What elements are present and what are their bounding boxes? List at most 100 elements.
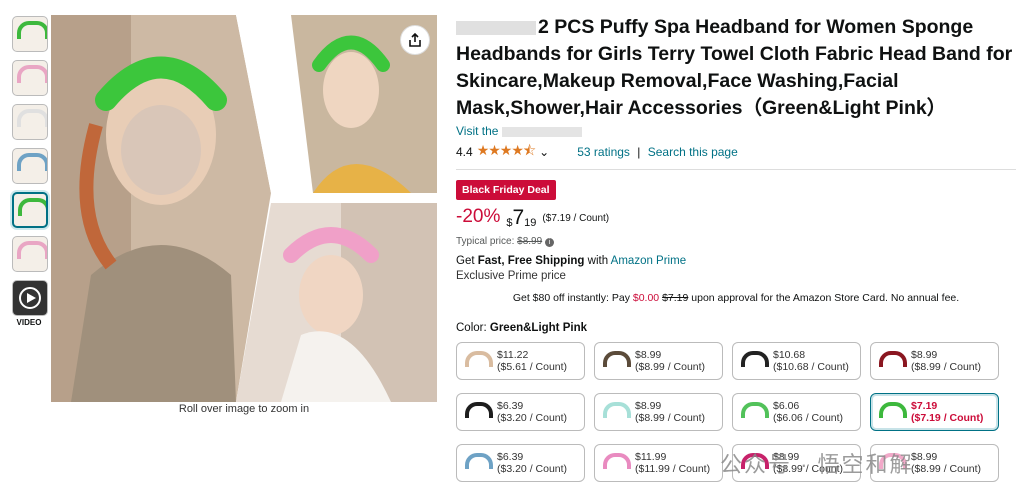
color-option[interactable]: $8.99 ($8.99 / Count) [870,342,999,380]
color-option[interactable]: $6.06 ($6.06 / Count) [732,393,861,431]
shipping-info: Get Fast, Free Shipping with Amazon Prim… [456,255,1016,267]
exclusive-prime: Exclusive Prime price [456,270,566,282]
option-price: $8.99 [911,451,938,463]
option-price: $11.99 [635,451,667,463]
option-price: $6.39 [497,451,524,463]
headband-swatch-icon [877,347,907,375]
zoom-hint: Roll over image to zoom in [178,403,310,415]
option-price: $6.06 [773,400,800,412]
discount-percent: -20% [456,206,501,227]
thumbnail-headband [17,109,47,127]
price-symbol: $ [506,217,513,229]
thumbnail-3[interactable] [12,104,48,140]
separator: | [633,145,644,159]
video-label: VIDEO [16,318,42,327]
thumbnail-headband [17,153,47,171]
option-price: $8.99 [635,349,662,361]
visit-store-label: Visit the [456,124,499,138]
color-option[interactable]: $6.39 ($3.20 / Count) [456,444,585,482]
option-per-unit: ($8.99 / Count) [635,412,706,424]
headband-swatch-icon [601,347,631,375]
search-page-link[interactable]: Search this page [648,145,738,159]
product-title-text: 2 PCS Puffy Spa Headband for Women Spong… [456,16,1013,119]
option-text: $10.68 ($10.68 / Count) [773,349,849,373]
thumbnail-headband [17,241,47,259]
rating-row: 4.4 ★★★★⯪ ⌄ 53 ratings | Search this pag… [456,140,1016,164]
option-text: $7.19 ($7.19 / Count) [911,400,983,424]
thumbnail-headband [17,65,47,83]
option-per-unit: ($8.99 / Count) [911,463,982,475]
option-per-unit: ($7.19 / Count) [911,412,984,424]
headband-swatch-icon [601,449,631,477]
price-whole: 7 [512,206,525,229]
color-option[interactable]: $11.22 ($5.61 / Count) [456,342,585,380]
star-rating-icon[interactable]: ★★★★⯪ [477,140,536,164]
option-price: $6.39 [497,400,524,412]
rating-value: 4.4 [456,145,473,159]
option-per-unit: ($8.99 / Count) [911,361,982,373]
card-strike: $7.19 [662,292,689,304]
divider [456,169,1016,170]
price-per-unit: ($7.19 / Count) [542,213,610,224]
option-per-unit: ($10.68 / Count) [773,361,849,373]
color-option[interactable]: $8.99 ($8.99 / Count) [594,393,723,431]
thumbnail-1[interactable] [12,16,48,52]
option-price: $7.19 [911,400,938,412]
chevron-down-icon[interactable]: ⌄ [539,145,549,159]
info-icon[interactable]: i [544,238,554,247]
thumbnail-strip: VIDEO [12,16,50,327]
thumbnail-4[interactable] [12,148,48,184]
typical-price-value: $8.99 [517,236,543,247]
price-fraction: 19 [524,217,537,229]
price-row: -20% $719 ($7.19 / Count) [456,206,1016,230]
color-selection: Color: Green&Light Pink [456,322,1016,334]
watermark: 公众号 · 悟空和解 [720,452,914,477]
option-text: $11.99 ($11.99 / Count) [635,451,710,475]
thumbnail-2[interactable] [12,60,48,96]
card-zero: $0.00 [632,292,660,304]
color-option[interactable]: $6.39 ($3.20 / Count) [456,393,585,431]
headband-swatch-icon [601,398,631,426]
video-thumbnail[interactable] [12,280,48,316]
thumbnail-6[interactable] [12,236,48,272]
store-card-offer: Get $80 off instantly: Pay $0.00 $7.19 u… [456,292,1016,304]
option-text: $8.99 ($8.99 / Count) [635,400,705,424]
color-label: Color: [456,322,490,334]
option-per-unit: ($3.20 / Count) [497,412,568,424]
option-price: $8.99 [911,349,938,361]
thumbnail-5-selected[interactable] [12,192,48,228]
option-per-unit: ($8.99 / Count) [635,361,706,373]
option-per-unit: ($5.61 / Count) [497,361,568,373]
card-post: upon approval for the Amazon Store Card.… [688,292,960,304]
amazon-prime-link[interactable]: Amazon Prime [611,255,686,267]
option-text: $6.39 ($3.20 / Count) [497,451,567,475]
color-option[interactable]: $11.99 ($11.99 / Count) [594,444,723,482]
thumbnail-headband [18,198,46,216]
option-price: $11.22 [497,349,529,361]
option-per-unit: ($3.20 / Count) [497,463,568,475]
option-per-unit: ($11.99 / Count) [635,463,711,475]
option-text: $6.06 ($6.06 / Count) [773,400,843,424]
option-price: $10.68 [773,349,806,361]
product-collage [51,15,437,402]
brand-redacted [456,20,536,35]
headband-swatch-icon [463,449,493,477]
option-text: $6.39 ($3.20 / Count) [497,400,567,424]
headband-swatch-icon [877,398,907,426]
ship-get: Get [456,255,478,267]
option-per-unit: ($6.06 / Count) [773,412,844,424]
ratings-link[interactable]: 53 ratings [577,145,630,159]
headband-swatch-icon [739,347,769,375]
color-option-selected[interactable]: $7.19 ($7.19 / Count) [870,393,999,431]
share-button[interactable] [400,25,430,55]
color-option[interactable]: $8.99 ($8.99 / Count) [594,342,723,380]
option-price: $8.99 [635,400,662,412]
deal-badge: Black Friday Deal [456,180,556,200]
option-text: $8.99 ($8.99 / Count) [911,349,981,373]
main-product-image[interactable] [51,15,437,402]
product-details: 2 PCS Puffy Spa Headband for Women Spong… [456,14,1016,482]
ship-bold: Fast, Free Shipping [477,255,585,267]
visit-store-link[interactable]: Visit the [456,124,1016,138]
color-option[interactable]: $10.68 ($10.68 / Count) [732,342,861,380]
play-icon [19,287,41,309]
